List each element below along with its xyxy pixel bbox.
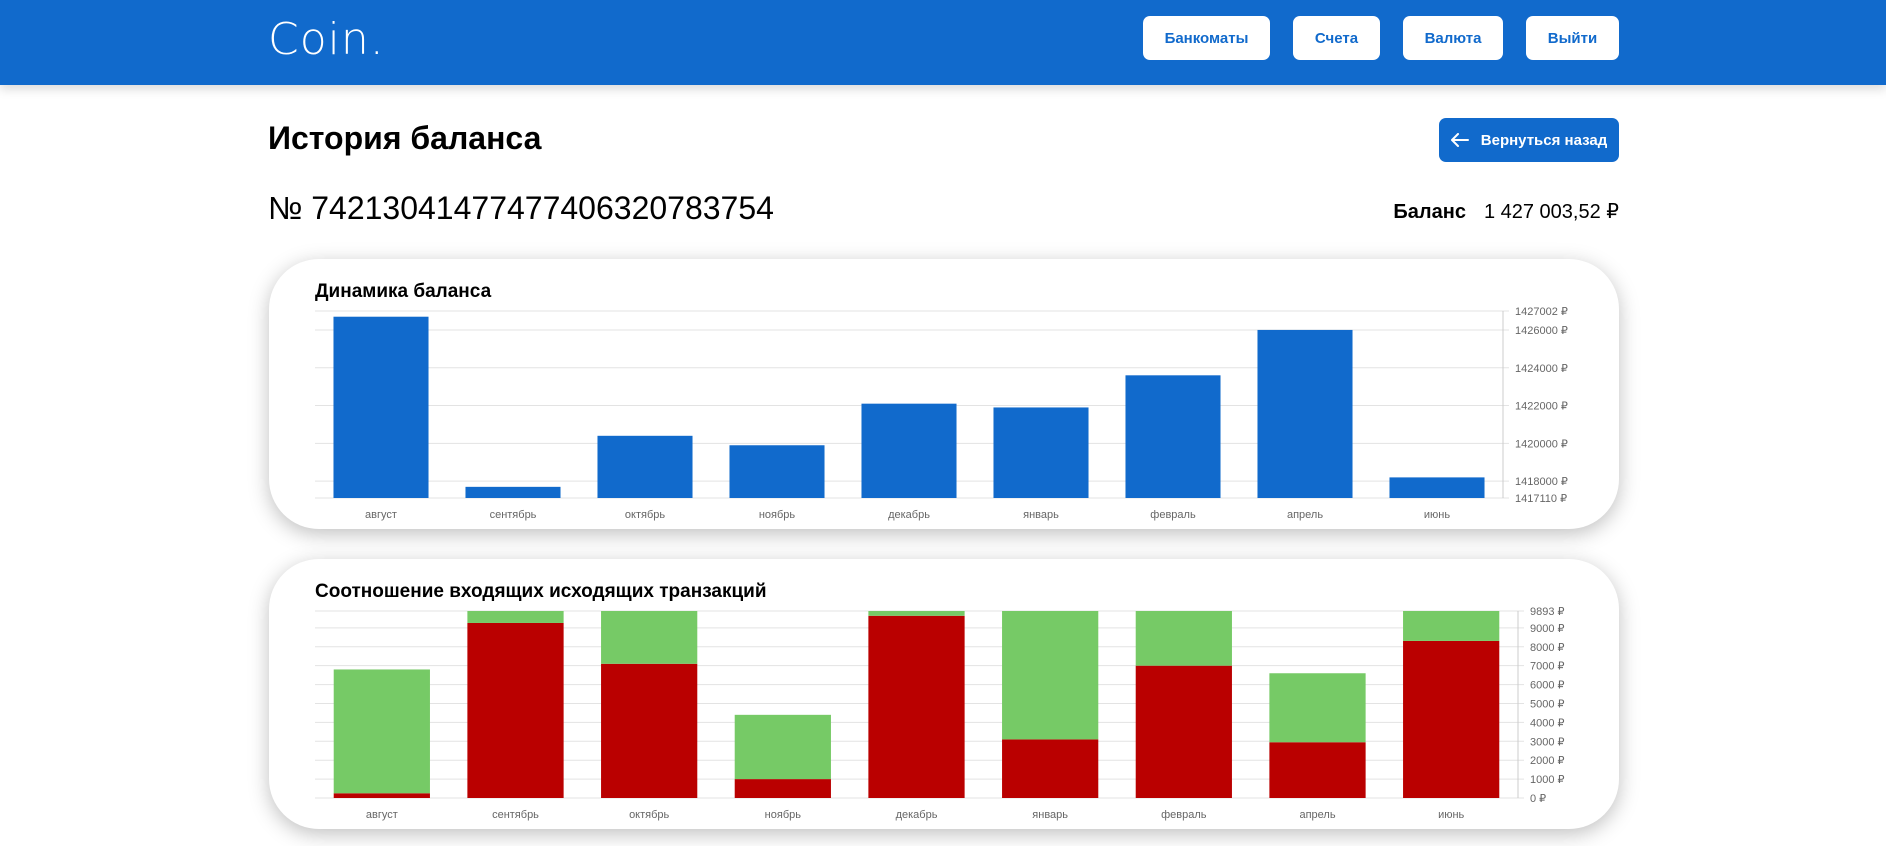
x-tick-label: ноябрь (759, 509, 796, 521)
x-tick-label: июнь (1424, 509, 1450, 521)
y-tick-label: 2000 ₽ (1530, 755, 1565, 767)
y-tick-label: 6000 ₽ (1530, 680, 1565, 692)
nav-logout-button[interactable]: Выйти (1526, 16, 1619, 60)
y-tick-label: 4000 ₽ (1530, 717, 1565, 729)
bar-outgoing[interactable] (734, 779, 831, 798)
bar-incoming[interactable] (868, 611, 965, 616)
y-tick-label: 1422000 ₽ (1515, 401, 1568, 413)
balance: Баланс 1 427 003,52 ₽ (1393, 199, 1619, 224)
y-tick-label: 8000 ₽ (1530, 642, 1565, 654)
transactions-ratio-chart: 0 ₽ 1000 ₽ 2000 ₽ 3000 ₽ 4000 ₽ 5000 ₽ 6000 ₽ 7… (315, 606, 1565, 821)
x-tick-label: ноябрь (765, 809, 802, 821)
bar-outgoing[interactable] (601, 663, 698, 798)
y-tick-label: 9893 ₽ (1530, 606, 1565, 618)
bar-outgoing[interactable] (467, 622, 564, 798)
balance-value: 1 427 003,52 ₽ (1483, 201, 1619, 223)
bar[interactable] (1257, 329, 1353, 498)
bar[interactable] (1389, 477, 1485, 498)
bar-outgoing[interactable] (1269, 742, 1366, 798)
bar[interactable] (1125, 375, 1221, 498)
balance-dynamics-card[interactable]: Динамика баланса 1417110 ₽1418000 ₽14200… (269, 259, 1619, 529)
x-tick-label: декабрь (888, 509, 930, 521)
top-header: Coin. Банкоматы Счета Валюта Выйти (0, 0, 1886, 85)
x-tick-label: январь (1023, 509, 1059, 521)
y-tick-label: 1424000 ₽ (1515, 363, 1568, 375)
bar[interactable] (861, 403, 957, 498)
x-tick-label: август (365, 509, 397, 521)
y-tick-label: 1418000 ₽ (1515, 476, 1568, 488)
bar-outgoing[interactable] (1403, 640, 1500, 798)
bar-incoming[interactable] (1269, 673, 1366, 743)
bar-incoming[interactable] (1135, 611, 1232, 666)
balance-dynamics-chart: 1417110 ₽ 1418000 ₽ 1420000 ₽ 1422000 ₽ 1424… (315, 306, 1568, 521)
bar[interactable] (465, 486, 561, 498)
x-tick-label: апрель (1287, 509, 1323, 521)
x-tick-label: февраль (1161, 809, 1207, 821)
x-tick-label: январь (1032, 809, 1068, 821)
nav-accounts-button[interactable]: Счета (1293, 16, 1380, 60)
balance-label: Баланс (1393, 201, 1466, 223)
y-tick-label: 1417110 ₽ (1515, 493, 1567, 505)
x-tick-label: июнь (1438, 809, 1464, 821)
nav-atms-button[interactable]: Банкоматы (1143, 16, 1270, 60)
back-button-label: Вернуться назад (1480, 131, 1608, 149)
bar-incoming[interactable] (1002, 611, 1099, 740)
y-tick-label: 1000 ₽ (1530, 774, 1565, 786)
account-number: № 74213041477477406320783754 (268, 190, 774, 226)
x-tick-label: февраль (1150, 509, 1196, 521)
bar-incoming[interactable] (333, 669, 430, 794)
page-title: История баланса (268, 120, 542, 156)
bar-outgoing[interactable] (1002, 739, 1099, 798)
bar[interactable] (333, 316, 429, 498)
x-tick-label: октябрь (629, 809, 669, 821)
y-tick-label: 3000 ₽ (1530, 736, 1565, 748)
y-tick-label: 7000 ₽ (1530, 661, 1565, 673)
bar-outgoing[interactable] (333, 793, 430, 798)
bar[interactable] (597, 435, 693, 498)
bar-outgoing[interactable] (868, 615, 965, 798)
bar-outgoing[interactable] (1135, 665, 1232, 798)
bar[interactable] (993, 407, 1089, 498)
y-tick-label: 1426000 ₽ (1515, 325, 1568, 337)
back-button[interactable]: Вернуться назад (1439, 118, 1619, 162)
bar-incoming[interactable] (734, 714, 831, 780)
bar-incoming[interactable] (467, 611, 564, 623)
y-tick-label: 5000 ₽ (1530, 698, 1565, 710)
bar-incoming[interactable] (601, 611, 698, 664)
x-tick-label: декабрь (896, 809, 938, 821)
bar[interactable] (729, 445, 825, 498)
x-tick-label: сентябрь (492, 809, 539, 821)
logo[interactable]: Coin. (268, 14, 385, 65)
transactions-ratio-card[interactable]: Соотношение входящих исходящих транзакци… (269, 559, 1619, 829)
y-tick-label: 1427002 ₽ (1515, 306, 1568, 318)
y-tick-label: 9000 ₽ (1530, 623, 1565, 635)
bar-incoming[interactable] (1403, 611, 1500, 641)
x-tick-label: апрель (1299, 809, 1335, 821)
x-tick-label: август (366, 809, 398, 821)
nav-currency-button[interactable]: Валюта (1403, 16, 1503, 60)
y-tick-label: 0 ₽ (1530, 793, 1546, 805)
x-tick-label: октябрь (625, 509, 665, 521)
arrow-left-icon (1450, 133, 1469, 147)
x-tick-label: сентябрь (490, 509, 537, 521)
y-tick-label: 1420000 ₽ (1515, 438, 1568, 450)
